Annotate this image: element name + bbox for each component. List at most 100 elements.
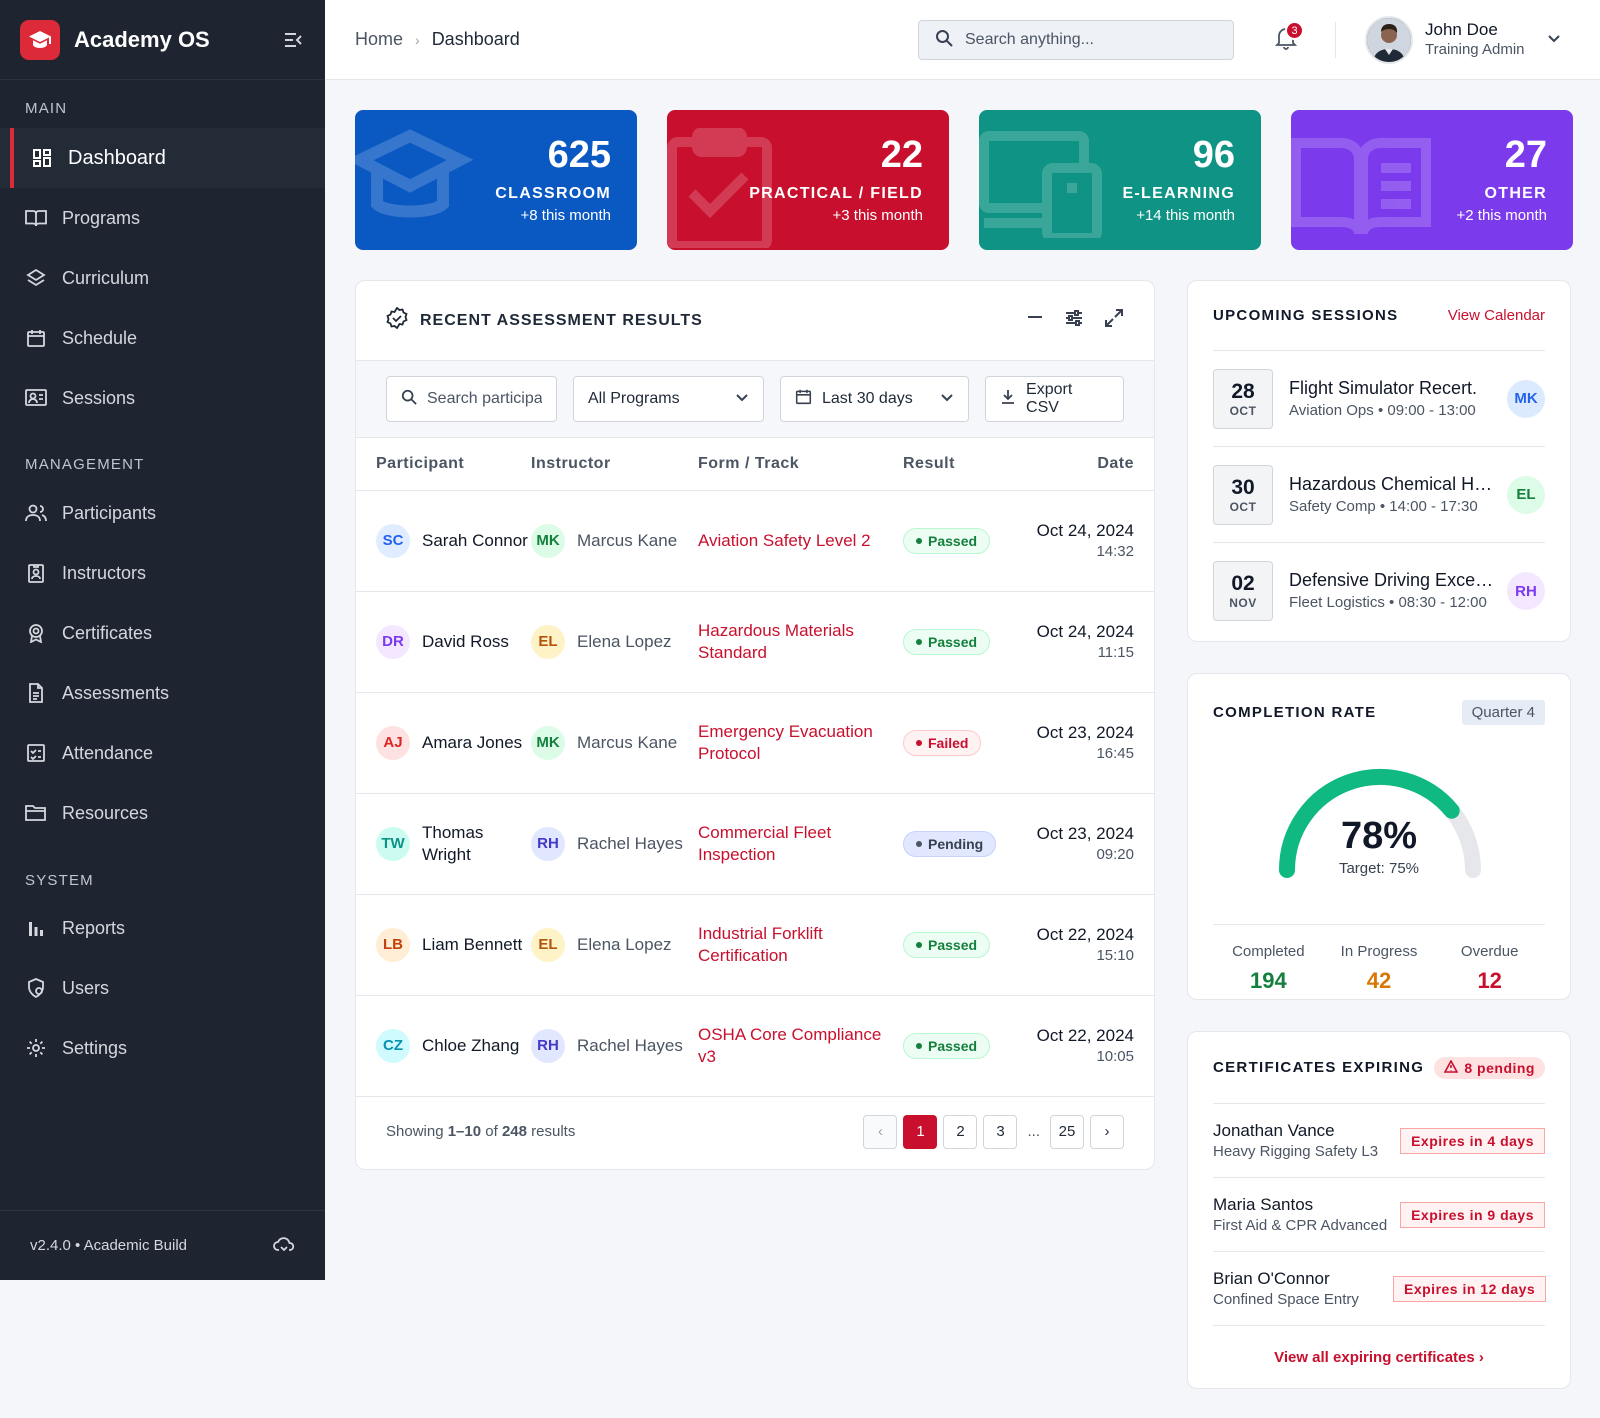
stat-value: 625: [547, 134, 611, 176]
avatar: SC: [376, 523, 410, 558]
instructor-name[interactable]: Rachel Hayes: [577, 833, 683, 855]
sidebar-item-schedule[interactable]: Schedule: [0, 308, 325, 368]
page-button[interactable]: 1: [903, 1114, 938, 1149]
form-link[interactable]: Aviation Safety Level 2: [698, 530, 903, 552]
sidebar-item-resources[interactable]: Resources: [0, 783, 325, 843]
sidebar-item-programs[interactable]: Programs: [0, 188, 325, 248]
column-header[interactable]: Participant: [356, 438, 531, 491]
divider: [1335, 22, 1336, 58]
program-select[interactable]: All Programs: [573, 376, 764, 422]
instructor-cell: EL Elena Lopez: [531, 927, 698, 962]
stat-card-practical[interactable]: 22 PRACTICAL / FIELD +3 this month: [667, 110, 949, 250]
column-header[interactable]: Result: [903, 438, 1033, 491]
table-row[interactable]: DR David Ross EL Elena Lopez Hazardous Mater…: [356, 591, 1154, 693]
page-button[interactable]: 3: [983, 1114, 1018, 1149]
sidebar-item-curriculum[interactable]: Curriculum: [0, 248, 325, 308]
sidebar-item-instructors[interactable]: Instructors: [0, 543, 325, 603]
column-header[interactable]: Instructor: [531, 438, 698, 491]
session-item[interactable]: 30OCT Hazardous Chemical Handling Safety C…: [1213, 447, 1545, 543]
global-search[interactable]: [918, 20, 1234, 60]
sidebar-item-reports[interactable]: Reports: [0, 898, 325, 958]
expand-icon[interactable]: [1104, 308, 1124, 333]
certificate-item[interactable]: Maria Santos First Aid & CPR Advanced Expi…: [1213, 1178, 1545, 1252]
form-link[interactable]: Emergency Evacuation Protocol: [698, 721, 903, 765]
stat-value: 42: [1366, 968, 1392, 993]
sidebar-item-settings[interactable]: Settings: [0, 1018, 325, 1078]
instructor-name[interactable]: Elena Lopez: [577, 631, 672, 653]
stat-card-classroom[interactable]: 625 CLASSROOM +8 this month: [355, 110, 637, 250]
participant-search-input[interactable]: [427, 390, 542, 408]
session-item[interactable]: 28 OCT Flight Simulator Recert. Aviation Op…: [1213, 351, 1545, 447]
app-name: Academy OS: [74, 26, 210, 52]
certificate-item[interactable]: Jonathan Vance Heavy Rigging Safety L3 Exp…: [1213, 1104, 1545, 1178]
user-menu[interactable]: John Doe Training Admin: [1365, 16, 1561, 64]
session-details: Aviation Ops • 09:00 - 13:00: [1289, 401, 1476, 419]
sidebar-item-sessions[interactable]: Sessions: [0, 368, 325, 428]
chevron-down-icon[interactable]: [1547, 31, 1561, 50]
summary-range: 1–10: [447, 1123, 482, 1140]
participant-name[interactable]: Amara Jones: [422, 732, 522, 754]
participant-name[interactable]: Sarah Connor: [422, 530, 528, 552]
participant-name[interactable]: Thomas Wright: [422, 822, 531, 866]
sidebar-item-assessments[interactable]: Assessments: [0, 663, 325, 723]
page-button[interactable]: 2: [943, 1114, 978, 1149]
table-row[interactable]: AJ Amara Jones MK Marcus Kane Emergency Evac…: [356, 692, 1154, 794]
breadcrumb-current: Dashboard: [431, 29, 520, 49]
session-item[interactable]: 02NOV Defensive Driving Excellence Fleet L…: [1213, 543, 1545, 639]
stat-card-other[interactable]: 27 OTHER +2 this month: [1291, 110, 1573, 250]
collapse-sidebar-icon[interactable]: [281, 28, 305, 52]
instructor-name[interactable]: Marcus Kane: [577, 530, 677, 552]
instructor-name[interactable]: Rachel Hayes: [577, 1035, 683, 1057]
view-all-certificates-link[interactable]: View all expiring certificates ›: [1213, 1326, 1545, 1388]
column-header[interactable]: Date: [1033, 438, 1154, 491]
table-footer: Showing 1–10 of 248 results ‹ 1 2 3 ... …: [356, 1097, 1154, 1167]
page-button[interactable]: 25: [1050, 1114, 1084, 1149]
table-row[interactable]: LB Liam Bennett EL Elena Lopez Industrial Fo…: [356, 894, 1154, 996]
chevron-down-icon: [940, 390, 954, 409]
export-csv-button[interactable]: Export CSV: [985, 376, 1124, 422]
date-range-select[interactable]: Last 30 days: [780, 376, 970, 422]
sidebar-item-attendance[interactable]: Attendance: [0, 723, 325, 783]
breadcrumb-home[interactable]: Home: [355, 29, 403, 50]
sidebar-item-users[interactable]: Users: [0, 958, 325, 1018]
instructor-cell: MK Marcus Kane: [531, 523, 698, 558]
stat-value: 22: [880, 134, 923, 176]
card-title: UPCOMING SESSIONS: [1213, 307, 1399, 324]
form-link[interactable]: Hazardous Materials Standard: [698, 620, 903, 664]
checklist-icon: [25, 742, 47, 764]
minimize-icon[interactable]: [1026, 308, 1044, 333]
form-link[interactable]: Commercial Fleet Inspection: [698, 822, 903, 866]
column-header[interactable]: Form / Track: [698, 438, 903, 491]
date-box: 28 OCT: [1213, 368, 1273, 429]
participant-name[interactable]: Chloe Zhang: [422, 1035, 519, 1057]
sliders-icon[interactable]: [1064, 308, 1084, 333]
sidebar-item-certificates[interactable]: Certificates: [0, 603, 325, 663]
table-row[interactable]: CZ Chloe Zhang RH Rachel Hayes OSHA Core Com…: [356, 995, 1154, 1097]
time-value: 11:15: [1097, 643, 1134, 661]
sidebar-item-dashboard[interactable]: Dashboard: [0, 128, 325, 188]
participant-search[interactable]: [386, 376, 557, 422]
table-row[interactable]: TW Thomas Wright RH Rachel Hayes Commercial …: [356, 793, 1154, 895]
instructor-name[interactable]: Marcus Kane: [577, 732, 677, 754]
next-page-button[interactable]: ›: [1090, 1114, 1124, 1149]
certificate-item[interactable]: Brian O'Connor Confined Space Entry Expire…: [1213, 1252, 1547, 1326]
participant-name[interactable]: Liam Bennett: [422, 934, 522, 956]
cloud-sync-icon[interactable]: [273, 1235, 295, 1257]
participant-name[interactable]: David Ross: [422, 631, 509, 653]
period-tag[interactable]: Quarter 4: [1461, 699, 1545, 725]
table-row[interactable]: SC Sarah Connor MK Marcus Kane Aviation Safe…: [356, 490, 1154, 592]
sidebar-item-participants[interactable]: Participants: [0, 483, 325, 543]
prev-page-button[interactable]: ‹: [863, 1114, 898, 1149]
calendar-icon: [25, 327, 47, 349]
form-link[interactable]: Industrial Forklift Certification: [698, 923, 903, 967]
search-input[interactable]: [965, 31, 1205, 49]
certificates-expiring-card: CERTIFICATES EXPIRING 8 pending Jonathan…: [1187, 1031, 1571, 1389]
completion-value: 78%: [1340, 815, 1418, 857]
avatar: RH: [531, 1028, 565, 1063]
stat-card-elearning[interactable]: 96 E-LEARNING +14 this month: [979, 110, 1261, 250]
avatar: CZ: [376, 1028, 410, 1063]
view-calendar-link[interactable]: View Calendar: [1448, 307, 1545, 324]
time-value: 10:05: [1096, 1047, 1134, 1065]
instructor-name[interactable]: Elena Lopez: [577, 934, 672, 956]
form-link[interactable]: OSHA Core Compliance v3: [698, 1024, 903, 1068]
